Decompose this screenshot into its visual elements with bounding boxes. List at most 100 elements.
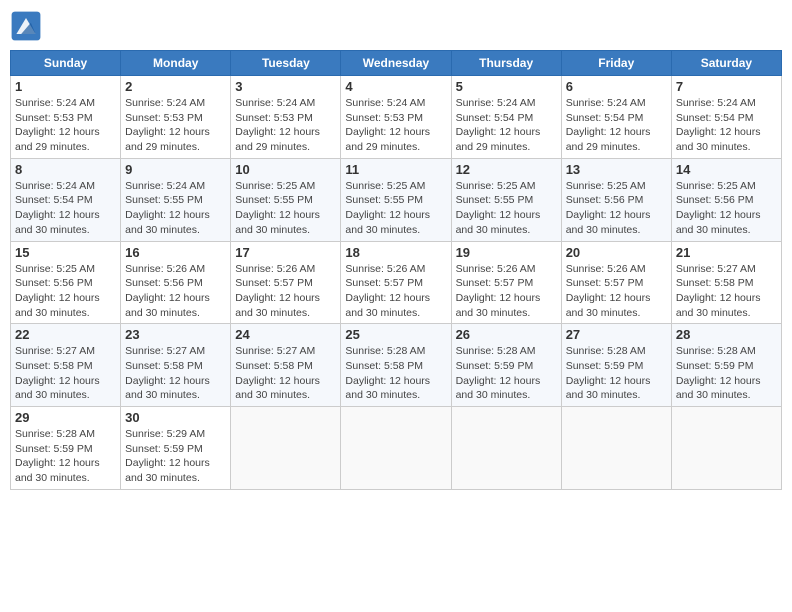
day-number: 28 bbox=[676, 327, 777, 342]
calendar-cell: 15Sunrise: 5:25 AMSunset: 5:56 PMDayligh… bbox=[11, 241, 121, 324]
day-number: 12 bbox=[456, 162, 557, 177]
day-number: 16 bbox=[125, 245, 226, 260]
calendar-week-row: 15Sunrise: 5:25 AMSunset: 5:56 PMDayligh… bbox=[11, 241, 782, 324]
day-detail: Sunrise: 5:27 AMSunset: 5:58 PMDaylight:… bbox=[125, 344, 226, 403]
day-detail: Sunrise: 5:24 AMSunset: 5:53 PMDaylight:… bbox=[15, 96, 116, 155]
calendar-table: SundayMondayTuesdayWednesdayThursdayFrid… bbox=[10, 50, 782, 490]
day-detail: Sunrise: 5:26 AMSunset: 5:57 PMDaylight:… bbox=[566, 262, 667, 321]
calendar-cell: 29 Sunrise: 5:28 AMSunset: 5:59 PMDayligh… bbox=[11, 407, 121, 490]
calendar-cell bbox=[451, 407, 561, 490]
day-number: 30 bbox=[125, 410, 226, 425]
day-detail: Sunrise: 5:27 AMSunset: 5:58 PMDaylight:… bbox=[235, 344, 336, 403]
day-detail: Sunrise: 5:24 AMSunset: 5:54 PMDaylight:… bbox=[15, 179, 116, 238]
day-number: 25 bbox=[345, 327, 446, 342]
calendar-cell bbox=[341, 407, 451, 490]
day-detail: Sunrise: 5:28 AMSunset: 5:59 PMDaylight:… bbox=[676, 344, 777, 403]
day-number: 2 bbox=[125, 79, 226, 94]
calendar-week-row: 29 Sunrise: 5:28 AMSunset: 5:59 PMDayligh… bbox=[11, 407, 782, 490]
day-number: 15 bbox=[15, 245, 116, 260]
calendar-cell bbox=[231, 407, 341, 490]
weekday-header-friday: Friday bbox=[561, 51, 671, 76]
calendar-cell: 19 Sunrise: 5:26 AMSunset: 5:57 PMDayligh… bbox=[451, 241, 561, 324]
calendar-week-row: 22Sunrise: 5:27 AMSunset: 5:58 PMDayligh… bbox=[11, 324, 782, 407]
day-detail: Sunrise: 5:25 AMSunset: 5:55 PMDaylight:… bbox=[235, 179, 336, 238]
logo bbox=[10, 10, 46, 42]
calendar-cell: 14 Sunrise: 5:25 AMSunset: 5:56 PMDayligh… bbox=[671, 158, 781, 241]
day-number: 10 bbox=[235, 162, 336, 177]
calendar-cell: 6Sunrise: 5:24 AMSunset: 5:54 PMDaylight… bbox=[561, 76, 671, 159]
day-detail: Sunrise: 5:25 AMSunset: 5:56 PMDaylight:… bbox=[566, 179, 667, 238]
calendar-cell: 20 Sunrise: 5:26 AMSunset: 5:57 PMDayligh… bbox=[561, 241, 671, 324]
weekday-header-tuesday: Tuesday bbox=[231, 51, 341, 76]
logo-icon bbox=[10, 10, 42, 42]
calendar-cell: 9 Sunrise: 5:24 AMSunset: 5:55 PMDaylight… bbox=[121, 158, 231, 241]
day-detail: Sunrise: 5:25 AMSunset: 5:56 PMDaylight:… bbox=[676, 179, 777, 238]
day-number: 1 bbox=[15, 79, 116, 94]
day-number: 20 bbox=[566, 245, 667, 260]
day-detail: Sunrise: 5:26 AMSunset: 5:57 PMDaylight:… bbox=[235, 262, 336, 321]
weekday-header-row: SundayMondayTuesdayWednesdayThursdayFrid… bbox=[11, 51, 782, 76]
day-number: 27 bbox=[566, 327, 667, 342]
day-detail: Sunrise: 5:24 AMSunset: 5:54 PMDaylight:… bbox=[676, 96, 777, 155]
day-detail: Sunrise: 5:28 AMSunset: 5:59 PMDaylight:… bbox=[456, 344, 557, 403]
calendar-cell: 23 Sunrise: 5:27 AMSunset: 5:58 PMDayligh… bbox=[121, 324, 231, 407]
weekday-header-monday: Monday bbox=[121, 51, 231, 76]
calendar-cell: 30 Sunrise: 5:29 AMSunset: 5:59 PMDayligh… bbox=[121, 407, 231, 490]
day-detail: Sunrise: 5:26 AMSunset: 5:57 PMDaylight:… bbox=[456, 262, 557, 321]
calendar-cell: 16 Sunrise: 5:26 AMSunset: 5:56 PMDayligh… bbox=[121, 241, 231, 324]
day-detail: Sunrise: 5:24 AMSunset: 5:53 PMDaylight:… bbox=[125, 96, 226, 155]
header bbox=[10, 10, 782, 42]
day-number: 18 bbox=[345, 245, 446, 260]
calendar-cell: 1 Sunrise: 5:24 AMSunset: 5:53 PMDaylight… bbox=[11, 76, 121, 159]
weekday-header-wednesday: Wednesday bbox=[341, 51, 451, 76]
calendar-cell: 28 Sunrise: 5:28 AMSunset: 5:59 PMDayligh… bbox=[671, 324, 781, 407]
calendar-cell: 5Sunrise: 5:24 AMSunset: 5:54 PMDaylight… bbox=[451, 76, 561, 159]
calendar-cell: 12 Sunrise: 5:25 AMSunset: 5:55 PMDayligh… bbox=[451, 158, 561, 241]
day-number: 23 bbox=[125, 327, 226, 342]
day-number: 21 bbox=[676, 245, 777, 260]
day-number: 3 bbox=[235, 79, 336, 94]
calendar-cell: 27 Sunrise: 5:28 AMSunset: 5:59 PMDayligh… bbox=[561, 324, 671, 407]
calendar-cell: 10 Sunrise: 5:25 AMSunset: 5:55 PMDayligh… bbox=[231, 158, 341, 241]
day-number: 13 bbox=[566, 162, 667, 177]
day-number: 29 bbox=[15, 410, 116, 425]
day-detail: Sunrise: 5:26 AMSunset: 5:56 PMDaylight:… bbox=[125, 262, 226, 321]
calendar-cell bbox=[561, 407, 671, 490]
calendar-cell: 18Sunrise: 5:26 AMSunset: 5:57 PMDayligh… bbox=[341, 241, 451, 324]
day-number: 7 bbox=[676, 79, 777, 94]
calendar-week-row: 8 Sunrise: 5:24 AMSunset: 5:54 PMDaylight… bbox=[11, 158, 782, 241]
day-detail: Sunrise: 5:28 AMSunset: 5:59 PMDaylight:… bbox=[15, 427, 116, 486]
day-detail: Sunrise: 5:28 AMSunset: 5:59 PMDaylight:… bbox=[566, 344, 667, 403]
day-number: 6 bbox=[566, 79, 667, 94]
day-number: 5 bbox=[456, 79, 557, 94]
calendar-cell: 11 Sunrise: 5:25 AMSunset: 5:55 PMDayligh… bbox=[341, 158, 451, 241]
day-detail: Sunrise: 5:29 AMSunset: 5:59 PMDaylight:… bbox=[125, 427, 226, 486]
day-detail: Sunrise: 5:28 AMSunset: 5:58 PMDaylight:… bbox=[345, 344, 446, 403]
calendar-cell: 7 Sunrise: 5:24 AMSunset: 5:54 PMDaylight… bbox=[671, 76, 781, 159]
calendar-cell: 3 Sunrise: 5:24 AMSunset: 5:53 PMDaylight… bbox=[231, 76, 341, 159]
calendar-cell: 17 Sunrise: 5:26 AMSunset: 5:57 PMDayligh… bbox=[231, 241, 341, 324]
day-detail: Sunrise: 5:24 AMSunset: 5:53 PMDaylight:… bbox=[345, 96, 446, 155]
day-detail: Sunrise: 5:27 AMSunset: 5:58 PMDaylight:… bbox=[15, 344, 116, 403]
calendar-cell: 24Sunrise: 5:27 AMSunset: 5:58 PMDayligh… bbox=[231, 324, 341, 407]
calendar-cell: 13 Sunrise: 5:25 AMSunset: 5:56 PMDayligh… bbox=[561, 158, 671, 241]
day-detail: Sunrise: 5:24 AMSunset: 5:55 PMDaylight:… bbox=[125, 179, 226, 238]
day-detail: Sunrise: 5:25 AMSunset: 5:55 PMDaylight:… bbox=[456, 179, 557, 238]
day-number: 4 bbox=[345, 79, 446, 94]
day-number: 9 bbox=[125, 162, 226, 177]
day-number: 17 bbox=[235, 245, 336, 260]
calendar-cell: 25 Sunrise: 5:28 AMSunset: 5:58 PMDayligh… bbox=[341, 324, 451, 407]
day-detail: Sunrise: 5:27 AMSunset: 5:58 PMDaylight:… bbox=[676, 262, 777, 321]
calendar-week-row: 1 Sunrise: 5:24 AMSunset: 5:53 PMDaylight… bbox=[11, 76, 782, 159]
day-detail: Sunrise: 5:24 AMSunset: 5:53 PMDaylight:… bbox=[235, 96, 336, 155]
day-number: 14 bbox=[676, 162, 777, 177]
day-number: 26 bbox=[456, 327, 557, 342]
calendar-cell: 26 Sunrise: 5:28 AMSunset: 5:59 PMDayligh… bbox=[451, 324, 561, 407]
weekday-header-thursday: Thursday bbox=[451, 51, 561, 76]
day-number: 19 bbox=[456, 245, 557, 260]
day-number: 11 bbox=[345, 162, 446, 177]
calendar-cell: 4 Sunrise: 5:24 AMSunset: 5:53 PMDaylight… bbox=[341, 76, 451, 159]
calendar-cell: 2 Sunrise: 5:24 AMSunset: 5:53 PMDaylight… bbox=[121, 76, 231, 159]
day-number: 8 bbox=[15, 162, 116, 177]
day-detail: Sunrise: 5:25 AMSunset: 5:55 PMDaylight:… bbox=[345, 179, 446, 238]
